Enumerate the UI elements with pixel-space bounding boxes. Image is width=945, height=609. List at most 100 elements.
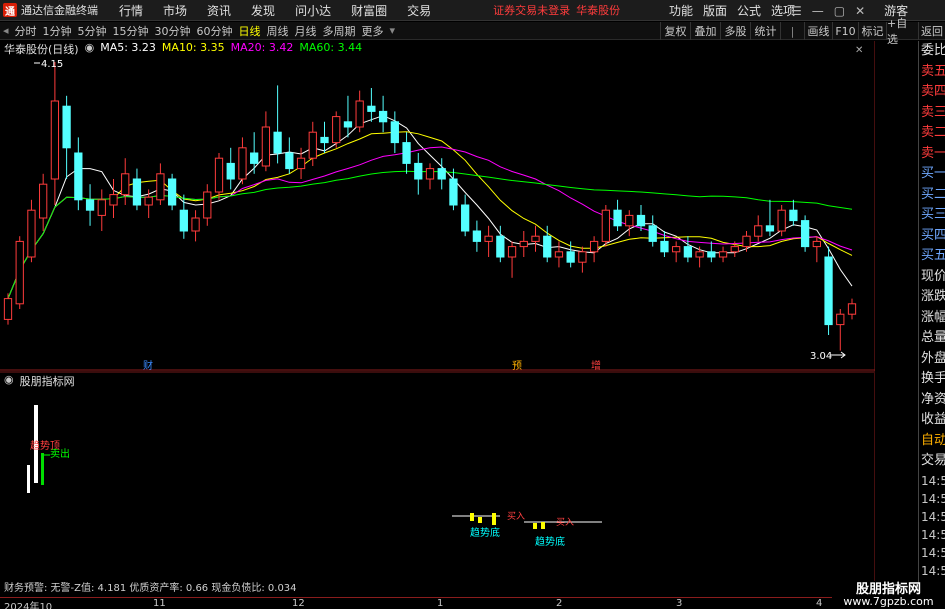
main-chart-pane[interactable]: 3.203.303.403.503.603.703.803.904.00 4.1… <box>0 41 875 371</box>
financial-warning-line: 财务预警: 无警-Z值: 4.181 优质资产率: 0.66 现金负债比: 0.… <box>4 583 297 594</box>
period-tab-intraday[interactable]: 分时 <box>12 23 40 39</box>
menu-item-quotes[interactable]: 行情 <box>109 2 153 19</box>
candle-up <box>718 251 728 258</box>
candle-up <box>836 313 845 326</box>
maximize-icon[interactable]: ▢ <box>829 4 850 18</box>
candle-up <box>191 217 200 232</box>
candle-up <box>742 235 751 248</box>
candle-down <box>226 162 235 180</box>
candle-up <box>484 235 493 242</box>
draw-line-button[interactable]: 画线 <box>804 22 832 40</box>
menu-icon[interactable]: ☰ <box>786 4 807 18</box>
candle-up <box>589 240 599 253</box>
period-tab-15min[interactable]: 15分钟 <box>110 23 152 39</box>
indicator-chart[interactable]: 4.204.003.803.603.403.20 趋势顶 卖出 趋势底 买入 趋… <box>0 373 875 581</box>
indicator-name[interactable]: 股朋指标网 <box>20 373 75 389</box>
candle-up <box>39 183 48 219</box>
period-tab-monthly[interactable]: 月线 <box>292 23 320 39</box>
indicator-settings-icon[interactable]: ◉ <box>4 373 14 389</box>
stats-button[interactable]: 统计 <box>750 22 780 40</box>
period-tab-daily[interactable]: 日线 <box>236 23 264 39</box>
stock-name-label[interactable]: 华泰股份(日线) <box>4 41 79 57</box>
period-tab-more[interactable]: 更多 <box>359 23 387 39</box>
quote-row: 买四 <box>921 227 945 243</box>
current-stock-link[interactable]: 华泰股份 <box>576 2 620 18</box>
candle-up <box>296 157 306 170</box>
candle-down <box>800 220 810 248</box>
back-button[interactable]: 返回 <box>918 22 945 40</box>
settings-circle-icon[interactable]: ◉ <box>85 41 95 57</box>
signal-bar-yellow-3 <box>492 513 496 525</box>
candle-down <box>167 178 177 206</box>
f10-button[interactable]: F10 <box>832 22 858 40</box>
candle-up <box>695 251 704 258</box>
trade-label[interactable]: 交易 <box>919 451 945 472</box>
candle-up <box>15 240 24 305</box>
add-watchlist-button[interactable]: +自选 <box>886 17 918 46</box>
adjust-button[interactable]: 复权 <box>660 22 690 40</box>
menu-item-wealth[interactable]: 财富圈 <box>341 2 397 19</box>
menu-item-news[interactable]: 资讯 <box>197 2 241 19</box>
tick-time: 14:56 <box>921 527 945 542</box>
candle-up <box>308 131 317 159</box>
overlay-button[interactable]: 叠加 <box>690 22 720 40</box>
signal-bar-yellow-4 <box>533 523 537 529</box>
quote-row: 卖三 <box>921 104 945 120</box>
menu-item-market[interactable]: 市场 <box>153 2 197 19</box>
quote-row: 现价 <box>921 268 945 284</box>
period-tab-5min[interactable]: 5分钟 <box>75 23 110 39</box>
candle-down <box>824 256 833 326</box>
quote-row: 卖一 <box>921 145 945 161</box>
minimize-icon[interactable]: — <box>807 4 829 18</box>
multi-stock-button[interactable]: 多股 <box>720 22 750 40</box>
candlestick-chart[interactable]: 3.203.303.403.503.603.703.803.904.00 4.1… <box>0 41 875 371</box>
mark-button[interactable]: 标记 <box>858 22 886 40</box>
candle-up <box>50 100 60 180</box>
separator-icon: | <box>780 22 804 40</box>
menu-item-trade[interactable]: 交易 <box>397 2 441 19</box>
period-tab-60min[interactable]: 60分钟 <box>194 23 236 39</box>
period-tab-weekly[interactable]: 周线 <box>264 23 292 39</box>
menu-item-layout[interactable]: 版面 <box>698 2 732 19</box>
candle-up <box>507 246 517 258</box>
candle-up <box>672 246 681 253</box>
ma20-label: MA20: 3.42 <box>230 41 294 54</box>
indicator-header: ◉ 股朋指标网 <box>4 373 75 389</box>
menu-item-formula[interactable]: 公式 <box>732 2 766 19</box>
date-label-apr: 4 <box>816 598 823 609</box>
candle-down <box>683 246 693 258</box>
marker-finance[interactable]: 财 <box>143 359 153 371</box>
candle-down <box>132 178 142 206</box>
candle-up <box>554 251 564 258</box>
close-pane-icon[interactable]: ✕ <box>855 45 863 56</box>
candle-down <box>378 110 388 123</box>
candle-down <box>789 209 798 222</box>
collapse-icon[interactable]: ◂ <box>0 24 12 37</box>
candle-up <box>332 116 341 144</box>
close-icon[interactable]: ✕ <box>850 4 870 18</box>
indicator-pane[interactable]: 4.204.003.803.603.403.20 趋势顶 卖出 趋势底 买入 趋… <box>0 373 875 581</box>
menu-item-ask[interactable]: 问小达 <box>285 2 341 19</box>
quote-row: 卖四 <box>921 84 945 99</box>
quote-row: 外盘 <box>921 350 945 366</box>
candle-up <box>203 191 212 219</box>
menu-item-functions[interactable]: 功能 <box>664 2 698 19</box>
marker-increase[interactable]: 增 <box>591 359 601 371</box>
trade-login-notice[interactable]: 证券交易未登录 <box>493 2 570 18</box>
period-tab-30min[interactable]: 30分钟 <box>152 23 194 39</box>
candle-up <box>625 214 634 227</box>
candle-up <box>27 209 36 258</box>
candle-down <box>390 121 399 144</box>
quote-row: 买五 <box>921 248 945 263</box>
more-chevron-icon[interactable]: ▾ <box>387 24 399 37</box>
auto-label[interactable]: 自动 <box>919 431 945 452</box>
candle-down <box>74 152 83 201</box>
signal-bottom-label-2: 趋势底 <box>535 535 565 548</box>
date-label-feb: 2 <box>556 598 563 609</box>
marker-forecast[interactable]: 预 <box>512 360 522 371</box>
period-tab-multi[interactable]: 多周期 <box>320 23 359 39</box>
candle-up <box>238 147 247 180</box>
date-label-oct: 2024年10 <box>4 602 53 609</box>
period-tab-1min[interactable]: 1分钟 <box>40 23 75 39</box>
menu-item-discover[interactable]: 发现 <box>241 2 285 19</box>
